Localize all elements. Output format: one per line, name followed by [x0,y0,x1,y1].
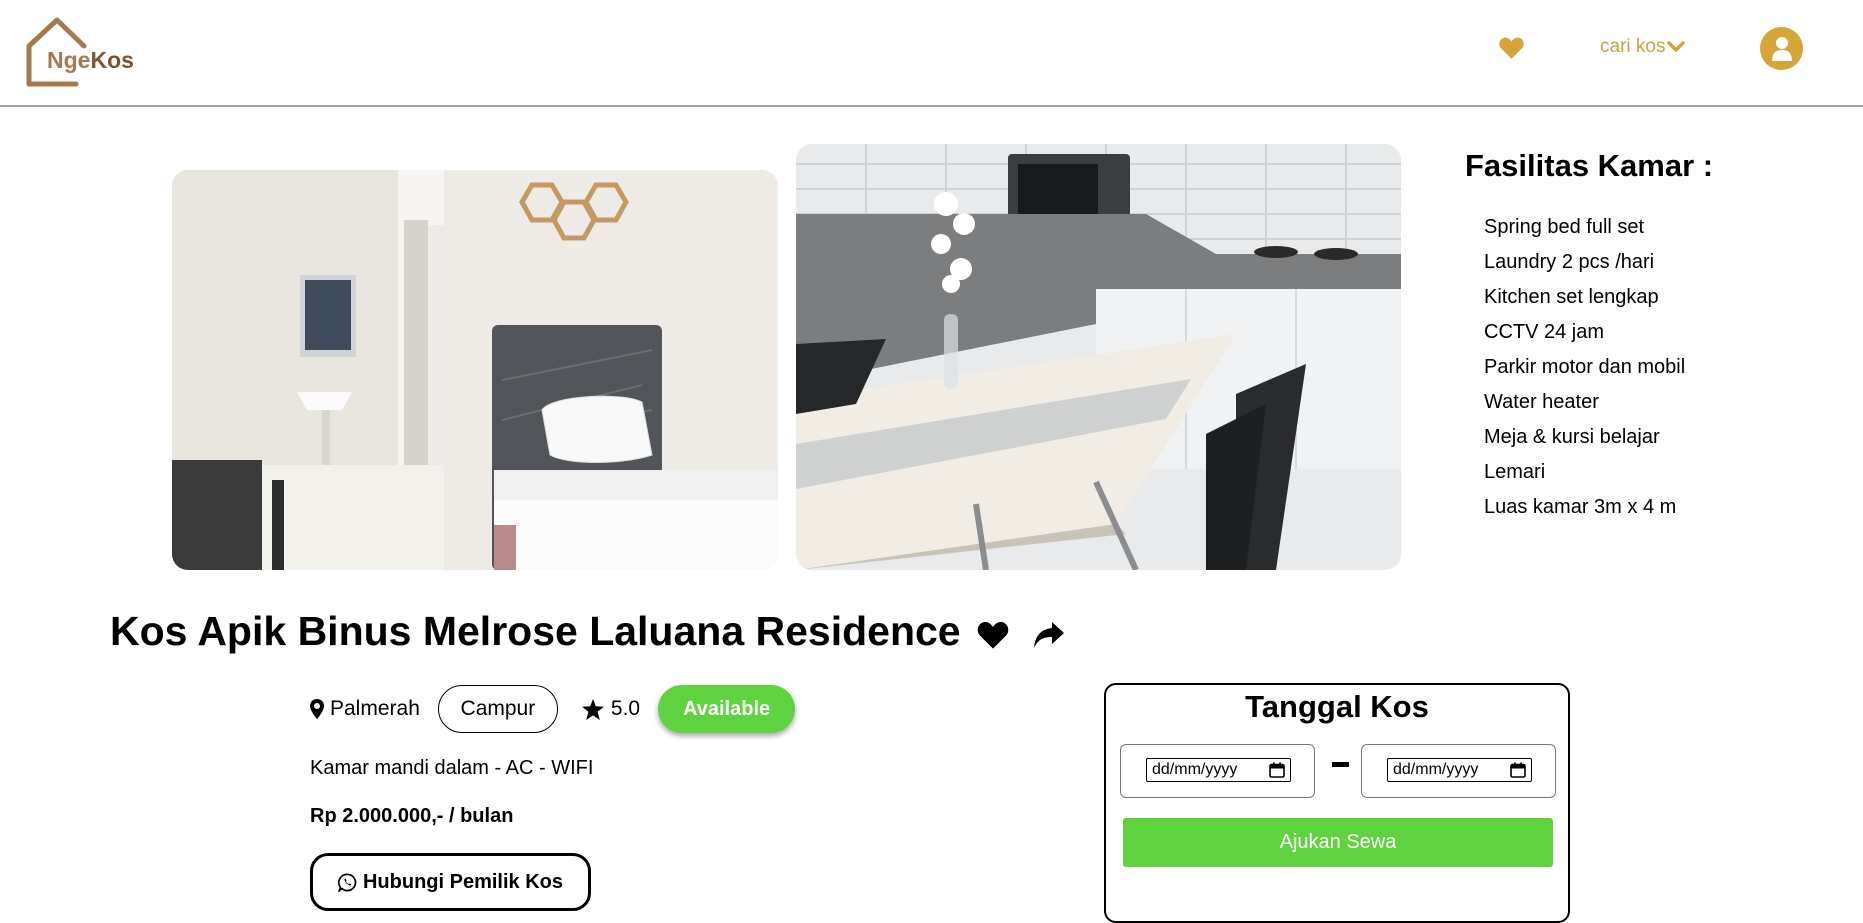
facility-item: Lemari [1484,461,1546,483]
kos-info-row: Palmerah Campur 5.0 Available [310,683,796,735]
start-date-placeholder: dd/mm/yyyy [1152,761,1238,778]
ngekos-logo[interactable]: NgeKos [26,16,146,88]
submit-rent-button[interactable]: Ajukan Sewa [1123,818,1553,867]
facility-item: Laundry 2 pcs /hari [1484,251,1655,273]
room-photo-kitchen[interactable] [796,144,1401,570]
location: Palmerah [310,697,420,721]
chevron-down-icon [1667,41,1686,52]
user-avatar[interactable] [1760,27,1803,70]
favorite-heart-icon[interactable] [976,620,1010,655]
share-icon[interactable] [1033,620,1065,655]
room-features: Kamar mandi dalam - AC - WIFI [310,757,594,779]
whatsapp-icon [337,873,357,892]
rating: 5.0 [581,697,641,721]
facility-item: CCTV 24 jam [1484,321,1605,343]
top-navbar: NgeKos cari kos [0,0,1863,107]
cari-kos-label: cari kos [1600,36,1666,57]
booking-title: Tanggal Kos [1245,689,1429,724]
logo-wordmark: NgeKos [47,47,134,73]
kitchen-image [796,144,1401,570]
kos-title: Kos Apik Binus Melrose Laluana Residence [110,608,961,654]
facility-item: Parkir motor dan mobil [1484,356,1686,378]
favorites-heart-icon[interactable] [1498,36,1525,65]
map-pin-icon [310,699,324,719]
facility-item: Spring bed full set [1484,216,1645,238]
contact-owner-label: Hubungi Pemilik Kos [362,870,564,893]
end-date-field: dd/mm/yyyy [1361,744,1556,798]
date-range-dash [1332,762,1349,767]
status-badge: Available [658,685,796,733]
facility-item: Meja & kursi belajar [1484,426,1660,448]
star-icon [581,698,604,720]
facilities-title: Fasilitas Kamar : [1465,148,1714,183]
facilities-list: Spring bed full set Laundry 2 pcs /hari … [1484,210,1685,525]
rating-value: 5.0 [610,697,641,720]
contact-owner-button[interactable]: Hubungi Pemilik Kos [310,853,591,911]
bedroom-image [172,170,778,570]
calendar-icon[interactable] [1510,762,1526,778]
start-date-input[interactable]: dd/mm/yyyy [1146,758,1291,782]
price: Rp 2.000.000,- / bulan [310,805,514,827]
calendar-icon[interactable] [1269,762,1285,778]
cari-kos-dropdown[interactable]: cari kos [1600,36,1686,58]
room-photo-bedroom[interactable] [172,170,778,570]
location-label: Palmerah [330,697,420,720]
user-icon [1771,36,1792,61]
facility-item: Luas kamar 3m x 4 m [1484,496,1677,518]
gender-badge: Campur [437,685,558,733]
booking-panel: Tanggal Kos dd/mm/yyyy dd/mm/yyyy Ajukan… [1104,683,1570,923]
end-date-placeholder: dd/mm/yyyy [1393,761,1479,778]
start-date-field: dd/mm/yyyy [1120,744,1315,798]
facility-item: Kitchen set lengkap [1484,286,1659,308]
facility-item: Water heater [1484,391,1599,413]
end-date-input[interactable]: dd/mm/yyyy [1387,758,1532,782]
